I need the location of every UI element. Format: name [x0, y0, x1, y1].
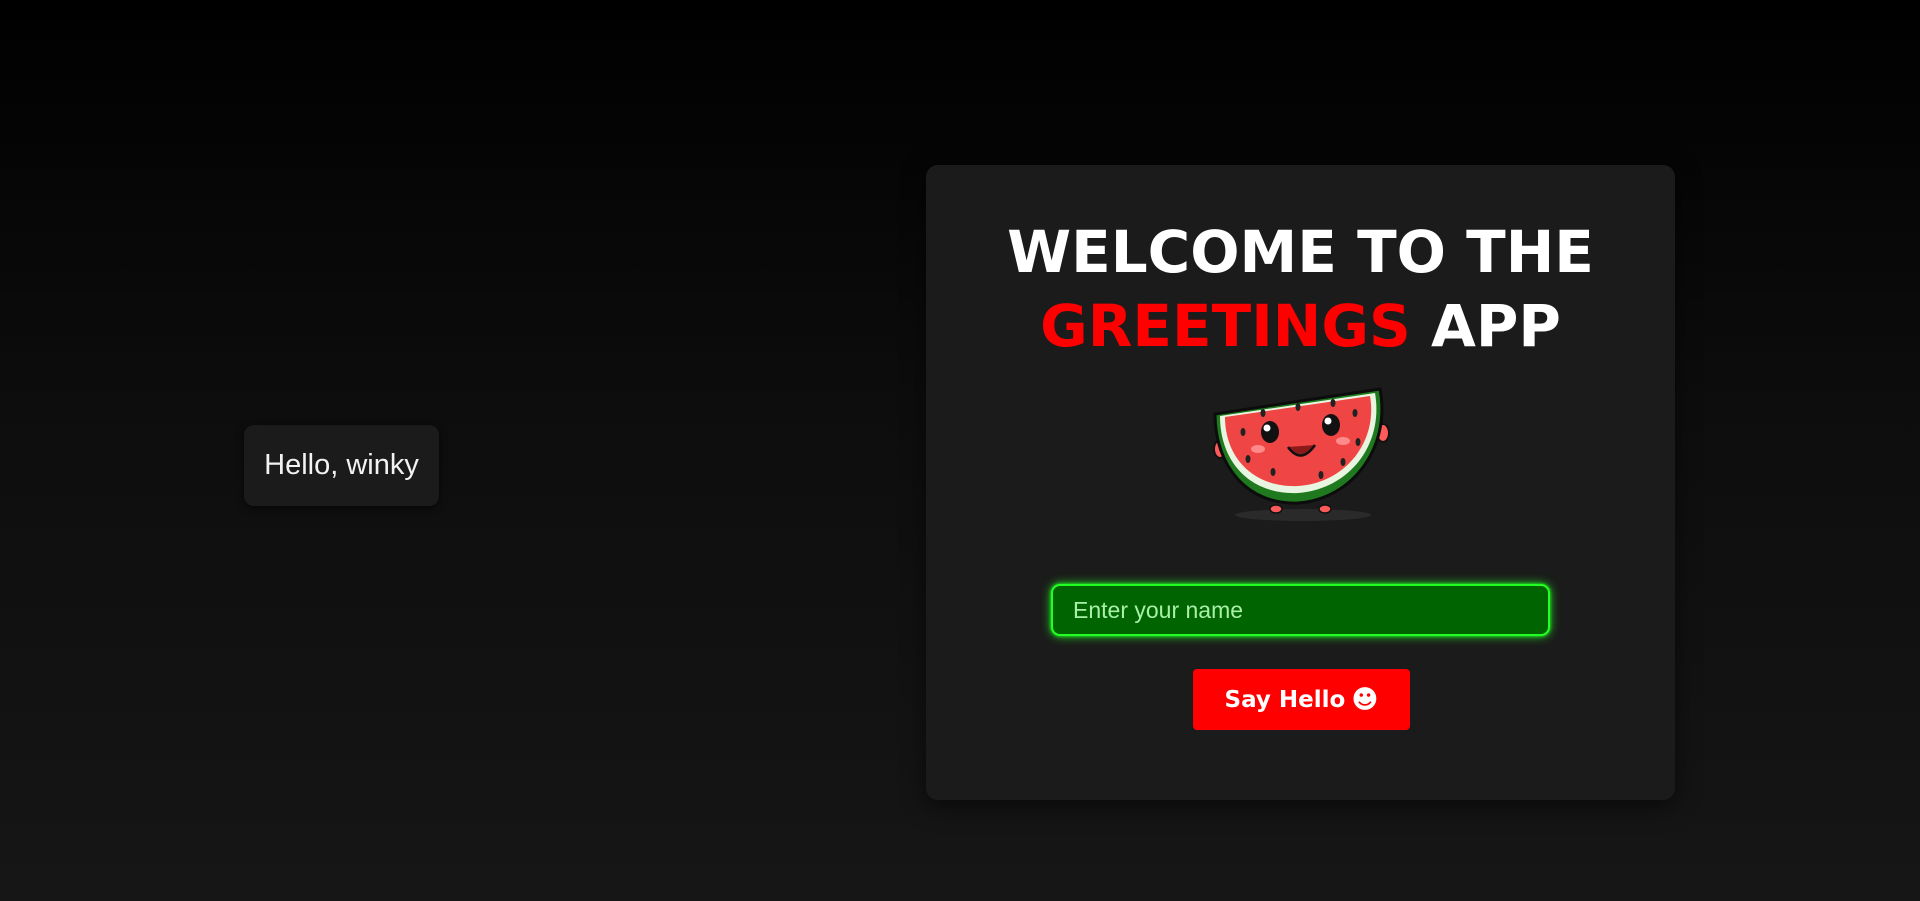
smiley-icon: ☻	[1351, 684, 1379, 715]
watermelon-mascot-icon	[1213, 387, 1390, 521]
page-title: WELCOME TO THE GREETINGS APP	[926, 215, 1675, 363]
greeting-card: WELCOME TO THE GREETINGS APP Enter your …	[926, 165, 1675, 800]
title-rest: APP	[1430, 292, 1561, 360]
name-input[interactable]	[1051, 584, 1550, 636]
greeting-message: Hello, winky	[244, 425, 439, 506]
greeting-text: Hello, winky	[264, 449, 419, 481]
say-hello-button[interactable]: Say Hello ☻	[1193, 669, 1410, 730]
title-accent: GREETINGS	[1040, 292, 1411, 360]
title-line1: WELCOME TO THE	[1007, 218, 1594, 286]
say-hello-label: Say Hello	[1224, 686, 1346, 713]
